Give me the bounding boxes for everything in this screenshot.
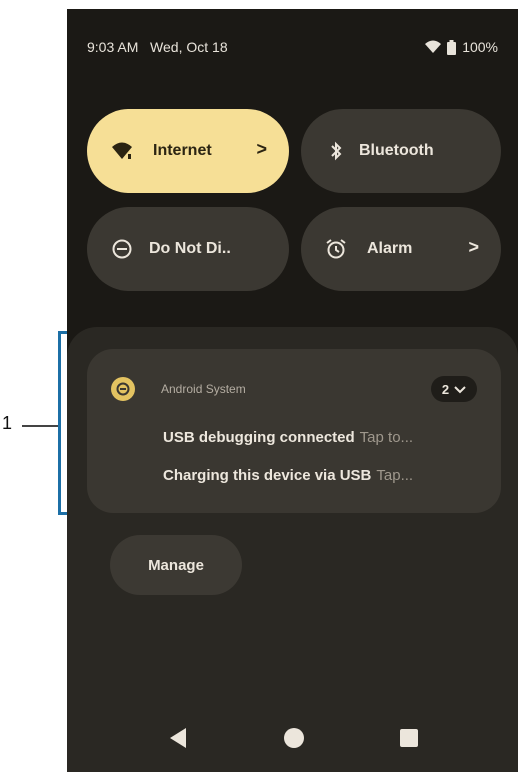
battery-percent: 100%: [462, 39, 498, 55]
callout-leader-line: [22, 425, 58, 427]
home-circle-icon: [283, 727, 305, 754]
status-clock: 9:03 AM Wed, Oct 18: [87, 39, 228, 55]
notification-app-name: Android System: [161, 382, 246, 396]
notification-item-title: Charging this device via USB: [163, 467, 372, 484]
navigation-bar: [67, 709, 518, 772]
callout-number: 1: [2, 413, 13, 433]
do-not-disturb-icon: [111, 238, 133, 260]
battery-icon: [447, 39, 457, 55]
tile-bluetooth[interactable]: Bluetooth: [301, 109, 501, 193]
recents-button[interactable]: [394, 725, 424, 755]
wifi-icon: [111, 140, 133, 162]
phone-screen: 9:03 AM Wed, Oct 18 100% Internet > Blue…: [67, 9, 518, 772]
bluetooth-icon: [325, 140, 347, 162]
notification-expand-button[interactable]: 2: [431, 376, 477, 402]
tile-alarm-chevron: >: [468, 237, 479, 257]
chevron-down-icon: [454, 382, 466, 397]
tile-dnd-label: Do Not Di..: [149, 240, 231, 257]
notification-item-text: Tap to...: [359, 429, 414, 446]
tile-internet[interactable]: Internet >: [87, 109, 289, 193]
status-date: Wed, Oct 18: [150, 39, 228, 55]
notification-item-text: Tap...: [376, 467, 414, 484]
alarm-icon: [325, 238, 347, 260]
status-bar: 9:03 AM Wed, Oct 18 100%: [67, 9, 518, 93]
notification-item-title: USB debugging connected: [163, 429, 355, 446]
back-triangle-icon: [168, 727, 188, 754]
notification-item-charging[interactable]: Charging this device via USB Tap...: [163, 467, 487, 484]
tile-internet-chevron: >: [256, 139, 267, 159]
notification-item-usb-debugging[interactable]: USB debugging connected Tap to...: [163, 429, 487, 446]
tile-internet-label: Internet: [153, 142, 212, 159]
home-button[interactable]: [279, 725, 309, 755]
android-system-icon: [111, 377, 135, 401]
status-icons: 100%: [425, 39, 498, 55]
manage-button[interactable]: Manage: [110, 535, 242, 595]
notification-count: 2: [441, 381, 450, 397]
tile-alarm-label: Alarm: [367, 240, 413, 257]
tile-do-not-disturb[interactable]: Do Not Di..: [87, 207, 289, 291]
back-button[interactable]: [163, 725, 193, 755]
recents-square-icon: [399, 728, 419, 753]
notification-card[interactable]: Android System 2 USB debugging connected…: [87, 349, 501, 513]
tile-alarm[interactable]: Alarm >: [301, 207, 501, 291]
wifi-status-icon: [425, 40, 442, 54]
tile-bluetooth-label: Bluetooth: [359, 142, 434, 159]
status-time: 9:03 AM: [87, 39, 139, 55]
